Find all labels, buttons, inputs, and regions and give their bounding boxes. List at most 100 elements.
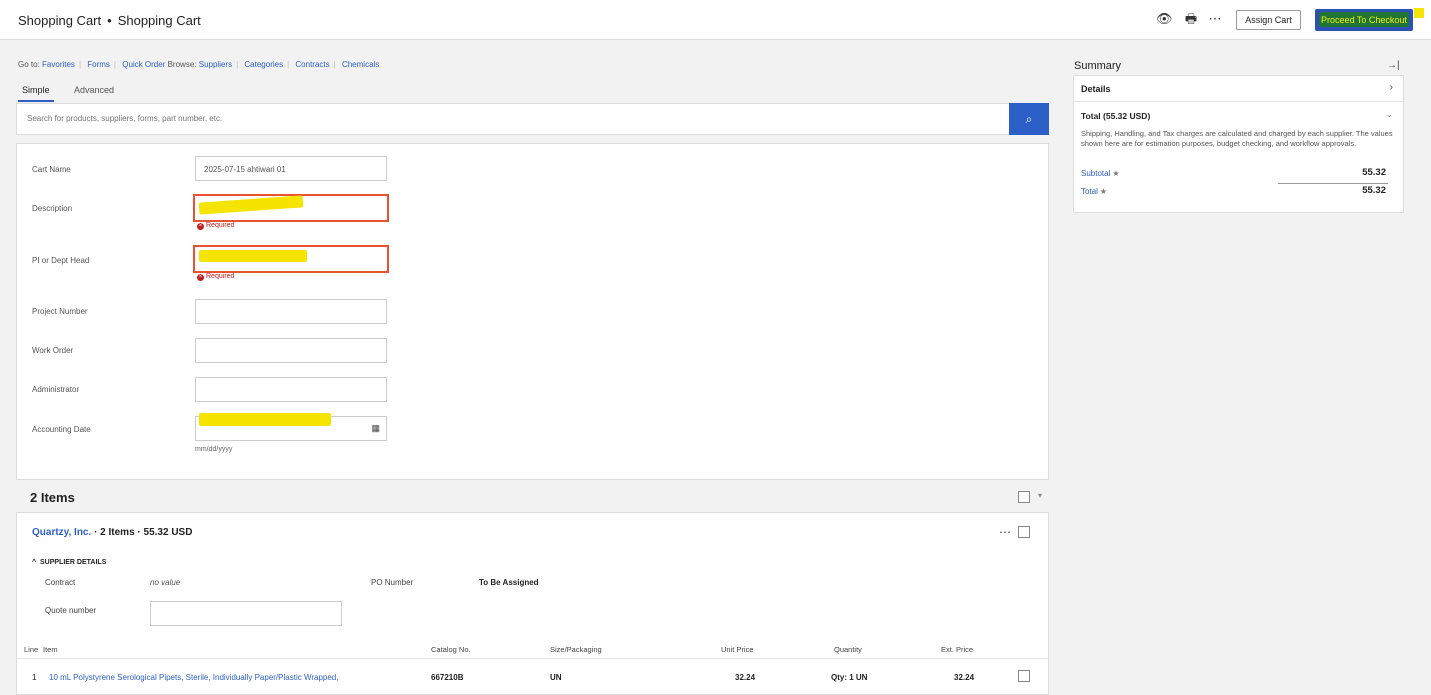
col-item: Item [43,645,58,654]
print-icon[interactable]: 🖶 [1183,11,1199,27]
browse-suppliers-link[interactable]: Suppliers [199,60,232,69]
redaction-mark [199,413,331,426]
more-icon[interactable]: ⋯ [999,525,1011,539]
po-number-label: PO Number [371,578,414,587]
col-line: Line [24,645,39,654]
col-size: Size/Packaging [550,645,602,654]
col-unit-price: Unit Price [721,645,754,654]
col-catalog: Catalog No. [431,645,471,654]
project-number-field[interactable] [195,299,387,324]
row-item-link[interactable]: 10 mL Polystyrene Serological Pipets, St… [49,673,338,682]
top-bar: Shopping Cart • Shopping Cart 👁 🖶 ⋯ Assign… [0,0,1431,40]
supplier-details-toggle[interactable]: ^ SUPPLIER DETAILS [32,559,106,566]
divider [1074,101,1403,102]
star-icon: ★ [1099,187,1108,196]
row-checkbox[interactable] [1018,670,1030,682]
supplier-checkbox[interactable] [1018,526,1030,538]
search-icon: ⌕ [1025,112,1033,126]
tab-advanced[interactable]: Advanced [70,83,118,100]
subtotal-value: 55.32 [1362,167,1386,178]
error-icon: × [197,223,204,230]
summary-card: Details › Total (55.32 USD) ⌄ Shipping, … [1073,75,1404,213]
search-tabs: Simple Advanced [18,83,132,102]
breadcrumb-item[interactable]: Shopping Cart [18,13,101,28]
divider [17,658,1048,659]
required-text: Required [206,222,235,229]
administrator-field[interactable] [195,377,387,402]
row-quantity[interactable]: Qty: 1 UN [831,673,867,682]
row-unit-price: 32.24 [735,673,756,682]
search-bar: ⌕ [16,103,1049,135]
divider [1278,183,1388,184]
subtotal-link[interactable]: Subtotal ★ [1081,169,1120,178]
pi-label: PI or Dept Head [32,256,90,265]
breadcrumb-separator: • [107,13,112,28]
total-label: Total [1081,187,1098,196]
assign-cart-button[interactable]: Assign Cart [1236,10,1301,30]
project-number-label: Project Number [32,307,88,316]
cart-name-field[interactable]: 2025-07-15 ahtiwari 01 [195,156,387,181]
supplier-link[interactable]: Quartzy, Inc. [32,527,91,538]
redaction-mark [199,250,307,262]
description-required-error: × Required [197,222,234,230]
search-input[interactable] [27,114,927,123]
work-order-label: Work Order [32,346,74,355]
row-ext-price: 32.24 [954,673,975,682]
total-heading: Total (55.32 USD) [1081,111,1151,121]
contract-value: no value [150,578,181,587]
row-catalog: 667210B [431,673,464,682]
chevron-right-icon[interactable]: › [1390,82,1393,93]
row-line: 1 [32,673,37,682]
chevron-up-icon: ^ [32,559,37,566]
description-label: Description [32,204,73,213]
col-quantity: Quantity [834,645,862,654]
goto-bar: Go to: Favorites | Forms | Quick Order Bro… [18,60,380,69]
total-link[interactable]: Total ★ [1081,187,1107,196]
items-count-title: 2 Items [30,490,75,505]
breadcrumb-item: Shopping Cart [117,13,201,28]
breadcrumb: Shopping Cart • Shopping Cart [18,13,201,28]
pi-required-error: × Required [197,273,234,281]
browse-label: Browse: [167,60,197,69]
calendar-icon[interactable]: ▦ [371,423,380,434]
browse-contracts-link[interactable]: Contracts [295,60,329,69]
row-size: UN [550,673,562,682]
browse-chemicals-link[interactable]: Chemicals [342,60,379,69]
cart-form: Cart Name 2025-07-15 ahtiwari 01 Descrip… [16,143,1049,480]
goto-quick-order-link[interactable]: Quick Order [122,60,165,69]
work-order-field[interactable] [195,338,387,363]
col-ext-price: Ext. Price [941,645,974,654]
subtotal-label: Subtotal [1081,169,1111,178]
supplier-group: Quartzy, Inc. · 2 Items · 55.32 USD ⋯ ^ … [16,512,1049,695]
more-icon[interactable]: ⋯ [1207,11,1223,27]
tab-simple[interactable]: Simple [18,83,54,102]
chevron-down-icon[interactable]: ⌄ [1385,109,1393,120]
required-text: Required [206,273,235,280]
po-number-value: To Be Assigned [479,578,539,587]
chevron-down-icon[interactable]: ▾ [1038,491,1042,500]
supplier-meta: · 2 Items · 55.32 USD [94,527,193,538]
quote-number-field[interactable] [150,601,342,626]
summary-title: Summary [1074,60,1122,72]
administrator-label: Administrator [32,385,80,394]
contract-label: Contract [45,578,76,587]
cart-name-label: Cart Name [32,165,71,174]
eye-icon[interactable]: 👁 [1156,11,1173,27]
browse-categories-link[interactable]: Categories [244,60,283,69]
goto-label: Go to: [18,60,40,69]
summary-note: Shipping, Handling, and Tax charges are … [1081,129,1393,148]
details-toggle[interactable]: Details [1081,84,1111,94]
supplier-details-label: SUPPLIER DETAILS [39,559,107,566]
accounting-date-label: Accounting Date [32,425,91,434]
search-button[interactable]: ⌕ [1009,103,1049,135]
quote-number-label: Quote number [45,606,97,615]
date-format-hint: mm/dd/yyyy [195,446,233,453]
proceed-to-checkout-button[interactable]: Proceed To Checkout [1315,9,1413,31]
error-icon: × [197,274,204,281]
select-all-checkbox[interactable] [1018,491,1030,503]
goto-favorites-link[interactable]: Favorites [42,60,75,69]
collapse-panel-icon[interactable]: →| [1387,60,1400,71]
checkout-label: Proceed To Checkout [1321,15,1407,25]
total-value: 55.32 [1362,185,1386,196]
goto-forms-link[interactable]: Forms [87,60,110,69]
